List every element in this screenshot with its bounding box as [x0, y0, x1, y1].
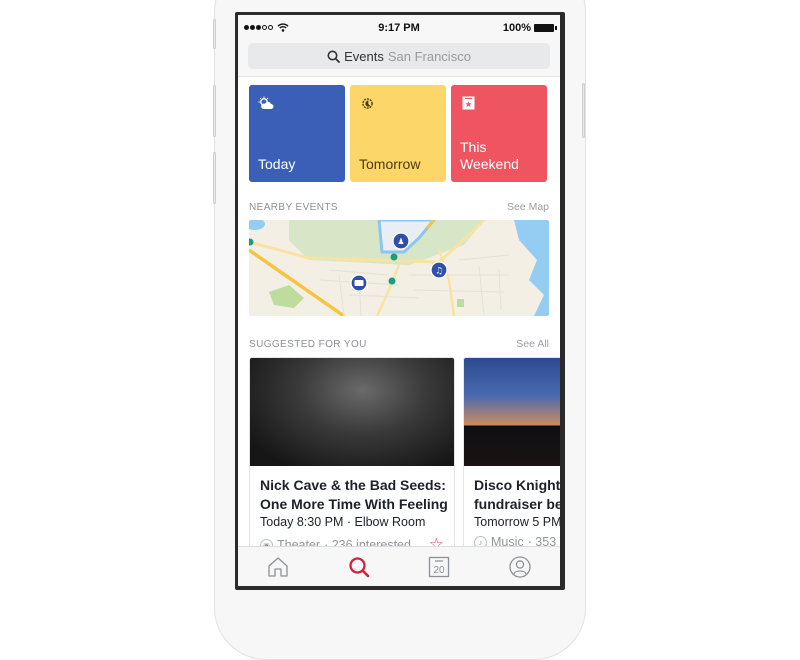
app-screen: 9:17 PM 100% Events San Francisco Today …	[238, 15, 560, 586]
battery-percent: 100%	[502, 21, 531, 34]
filter-tile-label: This Weekend	[460, 139, 519, 172]
svg-text:♟: ♟	[397, 237, 404, 246]
battery-icon	[534, 23, 557, 32]
nearby-events-header: NEARBY EVENTS See Map	[249, 201, 549, 213]
tab-calendar[interactable]: 20	[419, 552, 459, 582]
section-title: NEARBY EVENTS	[249, 201, 338, 213]
wifi-icon	[277, 23, 289, 32]
calendar-day: 20	[434, 565, 446, 576]
home-icon	[268, 556, 288, 577]
signal-strength-icon	[244, 25, 273, 30]
event-image	[464, 358, 560, 466]
calendar-star-icon	[460, 95, 476, 111]
tab-home[interactable]	[258, 552, 298, 582]
see-all-link[interactable]: See All	[516, 338, 549, 350]
search-location: San Francisco	[387, 48, 471, 64]
event-image	[250, 358, 454, 466]
event-time-venue: Tomorrow 5 PM	[474, 515, 560, 529]
tab-search[interactable]	[339, 552, 379, 582]
status-bar: 9:17 PM 100%	[238, 15, 560, 40]
event-title-line2: One More Time With Feeling	[260, 496, 448, 512]
event-title: Nick Cave & the Bad Seeds:	[260, 477, 446, 493]
suggested-header: SUGGESTED FOR YOU See All	[249, 338, 549, 350]
filter-tile-label: Today	[258, 156, 296, 172]
event-time-venue: Today 8:30 PM · Elbow Room	[260, 515, 426, 529]
event-card[interactable]: Nick Cave & the Bad Seeds: One More Time…	[249, 357, 455, 557]
tab-bar: 20	[238, 546, 560, 586]
filter-tile-today[interactable]: Today	[249, 85, 345, 182]
nearby-events-map[interactable]: ♟ ♫	[249, 220, 549, 316]
search-input[interactable]: Events San Francisco	[248, 43, 550, 69]
date-filter-tiles: Today Tomorrow This Weekend	[249, 85, 549, 182]
search-icon	[349, 556, 370, 577]
filter-tile-this-weekend[interactable]: This Weekend	[451, 85, 547, 182]
event-title: Disco Knights	[474, 477, 560, 493]
event-title-line2: fundraiser be	[474, 496, 560, 512]
moon-sun-icon	[359, 95, 375, 111]
profile-icon	[509, 555, 531, 578]
search-query: Events	[344, 48, 384, 64]
search-icon	[327, 50, 340, 63]
svg-text:♫: ♫	[435, 267, 443, 277]
event-card[interactable]: Disco Knights fundraiser be Tomorrow 5 P…	[463, 357, 560, 557]
mute-switch	[213, 19, 216, 49]
volume-down-button	[213, 152, 216, 204]
tab-profile[interactable]	[500, 552, 540, 582]
map-graphic: ♟ ♫	[249, 220, 549, 316]
suggested-events-carousel: Nick Cave & the Bad Seeds: One More Time…	[249, 357, 560, 557]
map-marker-people-icon[interactable]: ♟	[392, 232, 410, 250]
filter-tile-tomorrow[interactable]: Tomorrow	[350, 85, 446, 182]
map-marker-film-icon[interactable]	[350, 274, 368, 292]
search-bar-container: Events San Francisco	[238, 40, 560, 77]
map-marker-music-icon[interactable]: ♫	[430, 261, 448, 279]
section-title: SUGGESTED FOR YOU	[249, 338, 367, 350]
volume-up-button	[213, 85, 216, 137]
weather-partly-cloudy-icon	[258, 95, 274, 111]
see-map-link[interactable]: See Map	[507, 201, 549, 213]
power-button	[582, 83, 585, 138]
calendar-icon: 20	[429, 556, 450, 577]
filter-tile-label: Tomorrow	[359, 156, 421, 172]
